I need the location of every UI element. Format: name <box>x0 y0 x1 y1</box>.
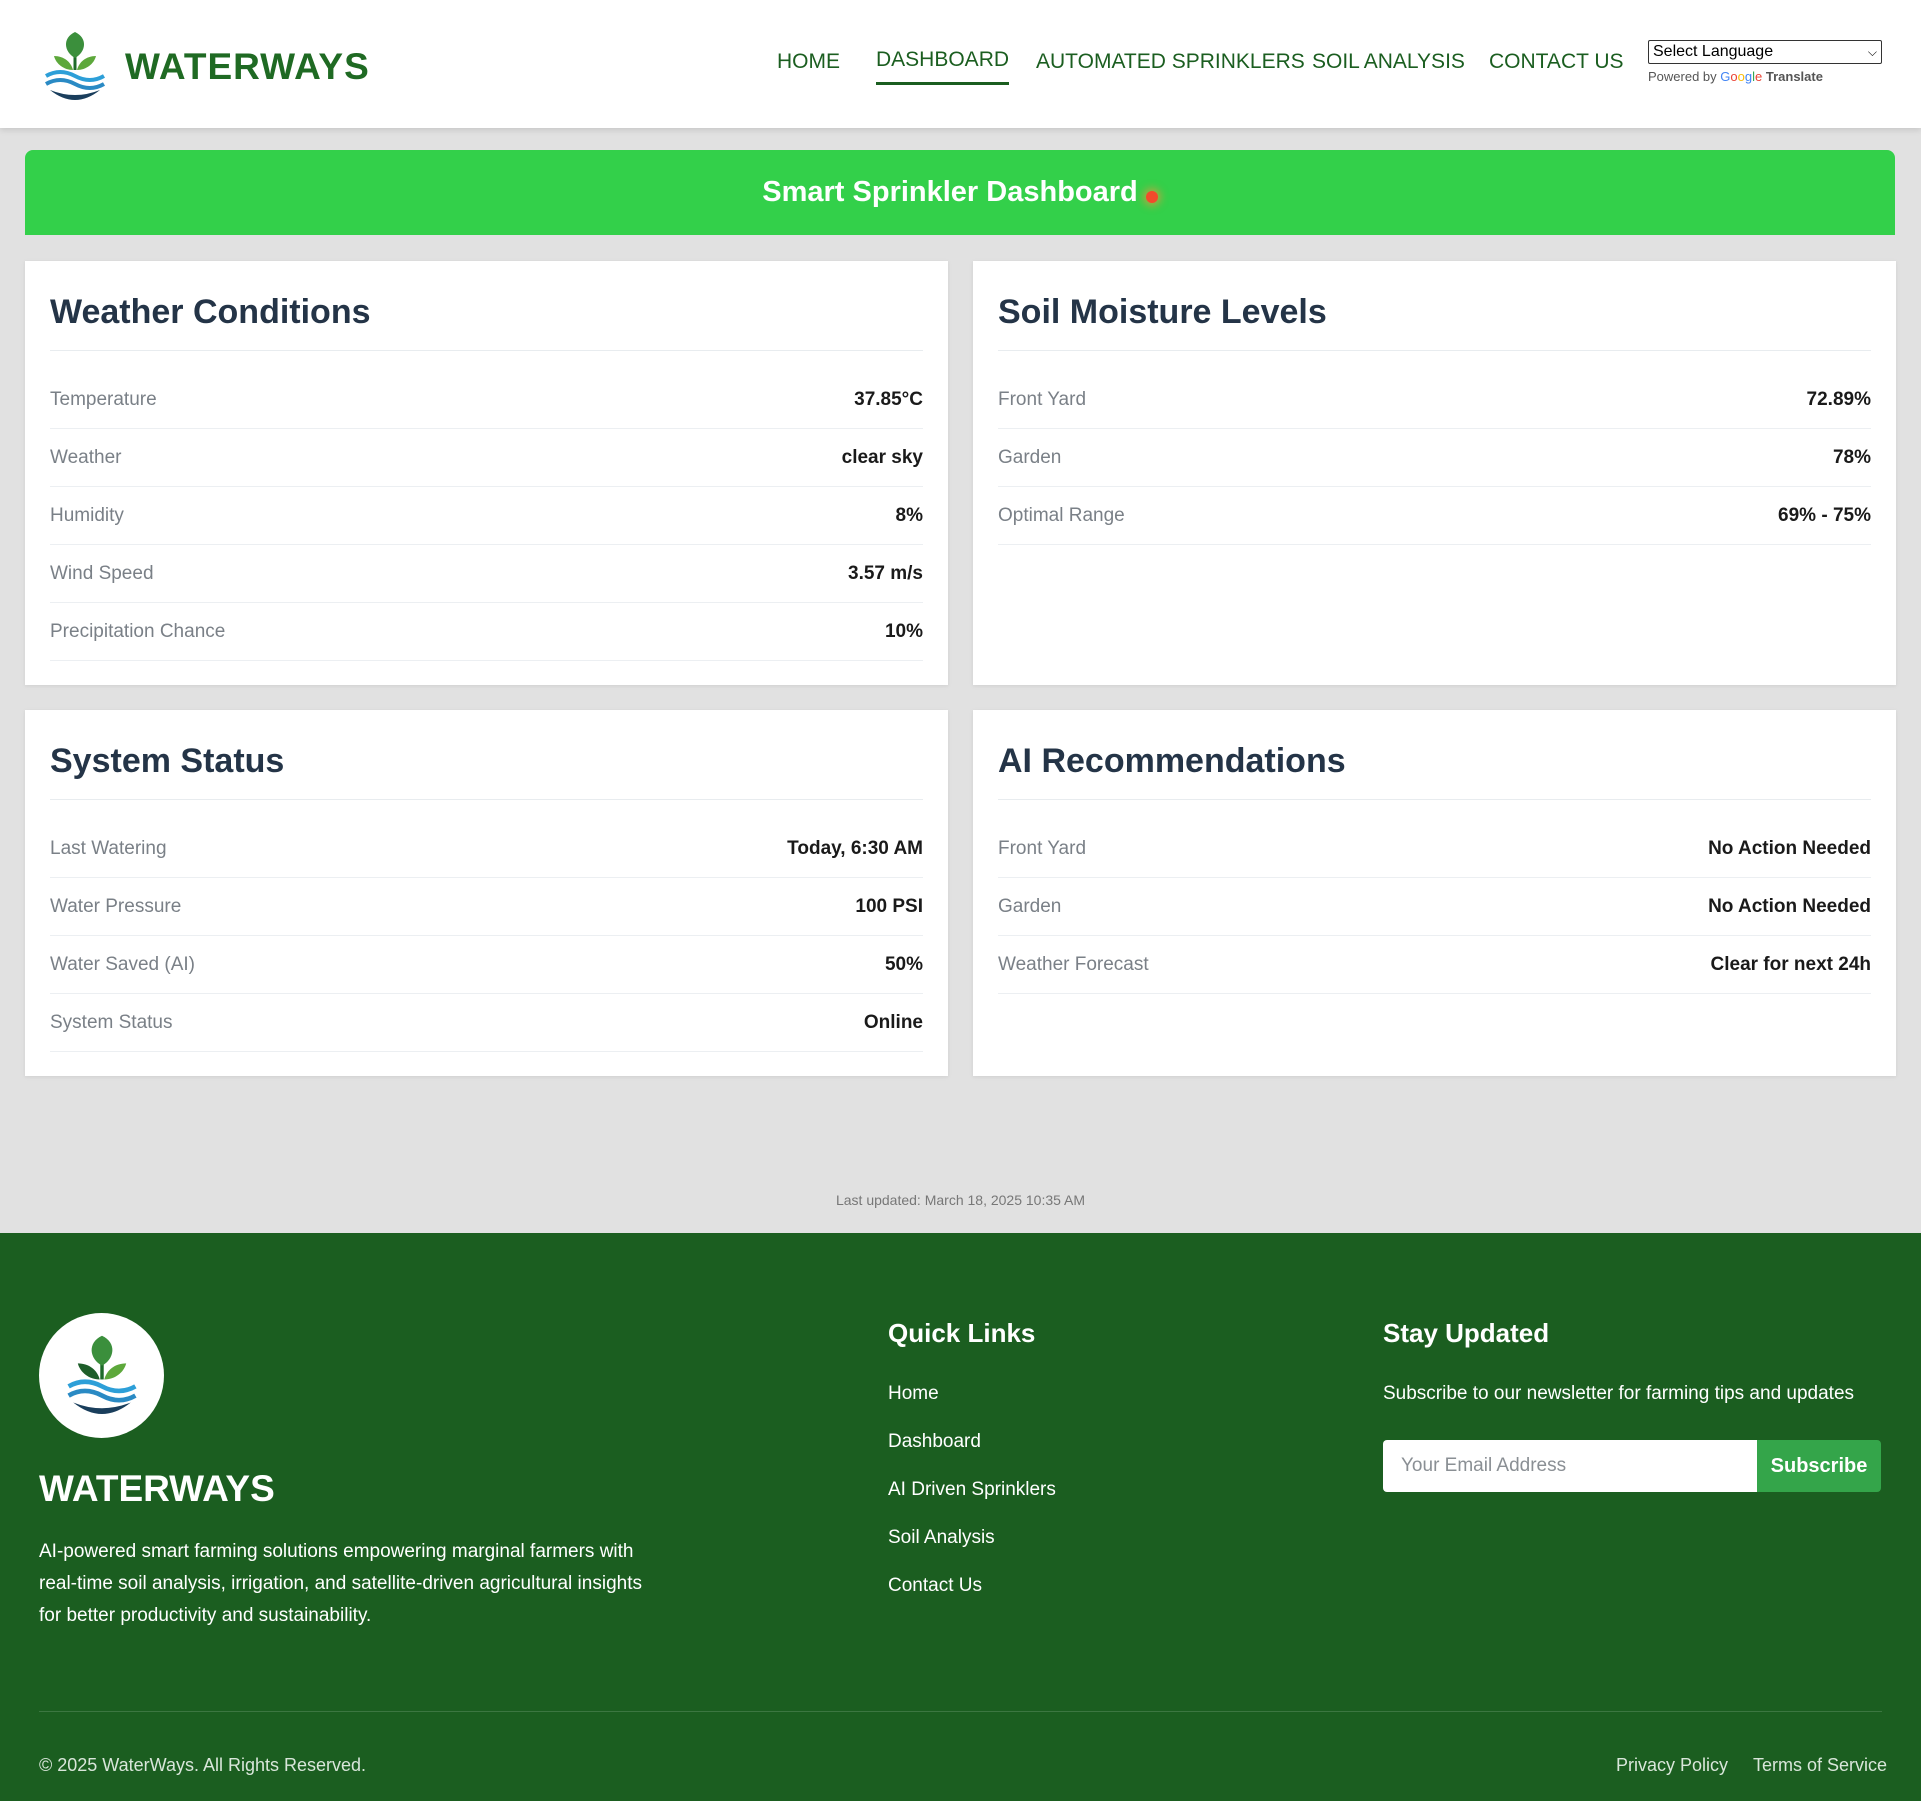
newsletter-title: Stay Updated <box>1383 1318 1550 1348</box>
stat-value: 37.85°C <box>854 388 923 410</box>
language-select[interactable]: Select Language ⌵ <box>1648 40 1882 64</box>
dashboard-banner: Smart Sprinkler Dashboard <box>25 150 1895 235</box>
quick-links-list: Home Dashboard AI Driven Sprinklers Soil… <box>888 1383 1056 1623</box>
stat-value: 78% <box>1832 446 1871 468</box>
footer-link-contact-us[interactable]: Contact Us <box>888 1575 1056 1623</box>
footer-brand: WATERWAYS <box>39 1468 275 1509</box>
chevron-down-icon: ⌵ <box>1867 44 1877 59</box>
soil-moisture-card: Soil Moisture Levels Front Yard 72.89% Ga… <box>973 261 1896 685</box>
card-title: System Status <box>50 710 923 800</box>
stat-row: Temperature 37.85°C <box>50 371 923 429</box>
stat-label: Humidity <box>50 504 124 526</box>
sprout-logo-icon <box>45 32 105 100</box>
nav-dashboard[interactable]: DASHBOARD <box>876 48 1010 85</box>
site-header: WATERWAYS HOME DASHBOARD AUTOMATED SPRIN… <box>0 0 1921 128</box>
google-wordmark[interactable]: Google <box>1720 69 1762 84</box>
language-select-value: Select Language <box>1653 43 1774 60</box>
stat-label: Water Saved (AI) <box>50 953 196 975</box>
terms-of-service-link[interactable]: Terms of Service <box>1753 1755 1887 1776</box>
stat-value: 100 PSI <box>855 895 923 917</box>
footer-divider <box>39 1711 1882 1712</box>
stat-value: 3.57 m/s <box>848 562 923 584</box>
stat-label: Weather Forecast <box>998 953 1149 975</box>
stat-label: Water Pressure <box>50 895 182 917</box>
translate-word: Translate <box>1765 69 1823 84</box>
powered-by-google: Powered by Google Translate <box>1648 69 1882 84</box>
stat-row: Last Watering Today, 6:30 AM <box>50 820 923 878</box>
brand[interactable]: WATERWAYS <box>42 30 370 104</box>
system-status-card: System Status Last Watering Today, 6:30 A… <box>25 710 948 1076</box>
stat-row: Garden No Action Needed <box>998 878 1871 936</box>
stat-row: Precipitation Chance 10% <box>50 603 923 661</box>
stat-row: Weather clear sky <box>50 429 923 487</box>
stat-value: 8% <box>895 504 923 526</box>
stat-value: 50% <box>884 953 923 975</box>
last-updated-timestamp: Last updated: March 18, 2025 10:35 AM <box>835 1192 1086 1208</box>
stat-label: Front Yard <box>998 837 1087 859</box>
stat-value: 72.89% <box>1806 388 1871 410</box>
email-input[interactable] <box>1383 1440 1757 1492</box>
footer-link-home[interactable]: Home <box>888 1383 1056 1431</box>
site-footer: WATERWAYS AI-powered smart farming solut… <box>0 1233 1921 1801</box>
nav-contact-us[interactable]: CONTACT US <box>1489 50 1624 74</box>
sprout-logo-icon <box>66 1335 137 1414</box>
stat-label: Weather <box>50 446 122 468</box>
card-title: AI Recommendations <box>998 710 1871 800</box>
page-title: Smart Sprinkler Dashboard <box>762 176 1138 208</box>
footer-description: AI-powered smart farming solutions empow… <box>39 1541 642 1626</box>
stat-row: Garden 78% <box>998 429 1871 487</box>
live-status-dot-icon <box>1145 190 1158 203</box>
footer-link-ai-sprinklers[interactable]: AI Driven Sprinklers <box>888 1479 1056 1527</box>
google-letter: o <box>1730 69 1738 84</box>
stat-value: Today, 6:30 AM <box>787 837 923 859</box>
newsletter-text: Subscribe to our newsletter for farming … <box>1383 1383 1855 1404</box>
privacy-policy-link[interactable]: Privacy Policy <box>1616 1755 1728 1776</box>
stat-row: Water Saved (AI) 50% <box>50 936 923 994</box>
stat-label: Wind Speed <box>50 562 154 584</box>
footer-link-dashboard[interactable]: Dashboard <box>888 1431 1056 1479</box>
quick-links-title: Quick Links <box>888 1318 1036 1348</box>
stat-row: Wind Speed 3.57 m/s <box>50 545 923 603</box>
footer-link-soil-analysis[interactable]: Soil Analysis <box>888 1527 1056 1575</box>
google-letter: G <box>1720 69 1731 84</box>
copyright: © 2025 WaterWays. All Rights Reserved. <box>39 1755 367 1775</box>
card-title: Weather Conditions <box>50 261 923 351</box>
weather-card: Weather Conditions Temperature 37.85°C We… <box>25 261 948 685</box>
stat-label: Garden <box>998 446 1062 468</box>
stat-row: Water Pressure 100 PSI <box>50 878 923 936</box>
subscribe-button[interactable]: Subscribe <box>1757 1440 1881 1492</box>
stat-label: Last Watering <box>50 837 167 859</box>
stat-value: No Action Needed <box>1708 895 1871 917</box>
stat-row: Front Yard No Action Needed <box>998 820 1871 878</box>
stat-label: Garden <box>998 895 1062 917</box>
google-translate-widget: Select Language ⌵ Powered by Google Tran… <box>1648 40 1882 84</box>
stat-value: 69% - 75% <box>1778 504 1871 526</box>
nav-automated-sprinklers[interactable]: AUTOMATED SPRINKLERS <box>1036 50 1305 74</box>
google-letter: o <box>1737 69 1745 84</box>
card-title: Soil Moisture Levels <box>998 261 1871 351</box>
footer-logo <box>39 1313 164 1438</box>
newsletter-form: Subscribe <box>1383 1440 1881 1492</box>
stat-value: Clear for next 24h <box>1710 953 1872 975</box>
stat-value: clear sky <box>841 446 923 468</box>
stat-row: Humidity 8% <box>50 487 923 545</box>
stat-label: Optimal Range <box>998 504 1125 526</box>
nav-soil-analysis[interactable]: SOIL ANALYSIS <box>1312 50 1465 74</box>
stat-value: 10% <box>884 620 923 642</box>
brand-name: WATERWAYS <box>125 46 370 87</box>
stat-label: Front Yard <box>998 388 1087 410</box>
stat-label: Temperature <box>50 388 157 410</box>
stat-row: System Status Online <box>50 994 923 1052</box>
powered-by-text: Powered by <box>1648 69 1717 84</box>
ai-recommendations-card: AI Recommendations Front Yard No Action N… <box>973 710 1896 1076</box>
stat-value: Online <box>863 1011 923 1033</box>
nav-home[interactable]: HOME <box>777 50 840 74</box>
stat-row: Weather Forecast Clear for next 24h <box>998 936 1871 994</box>
google-letter: e <box>1755 69 1763 84</box>
stat-label: System Status <box>50 1011 173 1033</box>
stat-label: Precipitation Chance <box>50 620 226 642</box>
stat-row: Front Yard 72.89% <box>998 371 1871 429</box>
stat-row: Optimal Range 69% - 75% <box>998 487 1871 545</box>
stat-value: No Action Needed <box>1708 837 1871 859</box>
